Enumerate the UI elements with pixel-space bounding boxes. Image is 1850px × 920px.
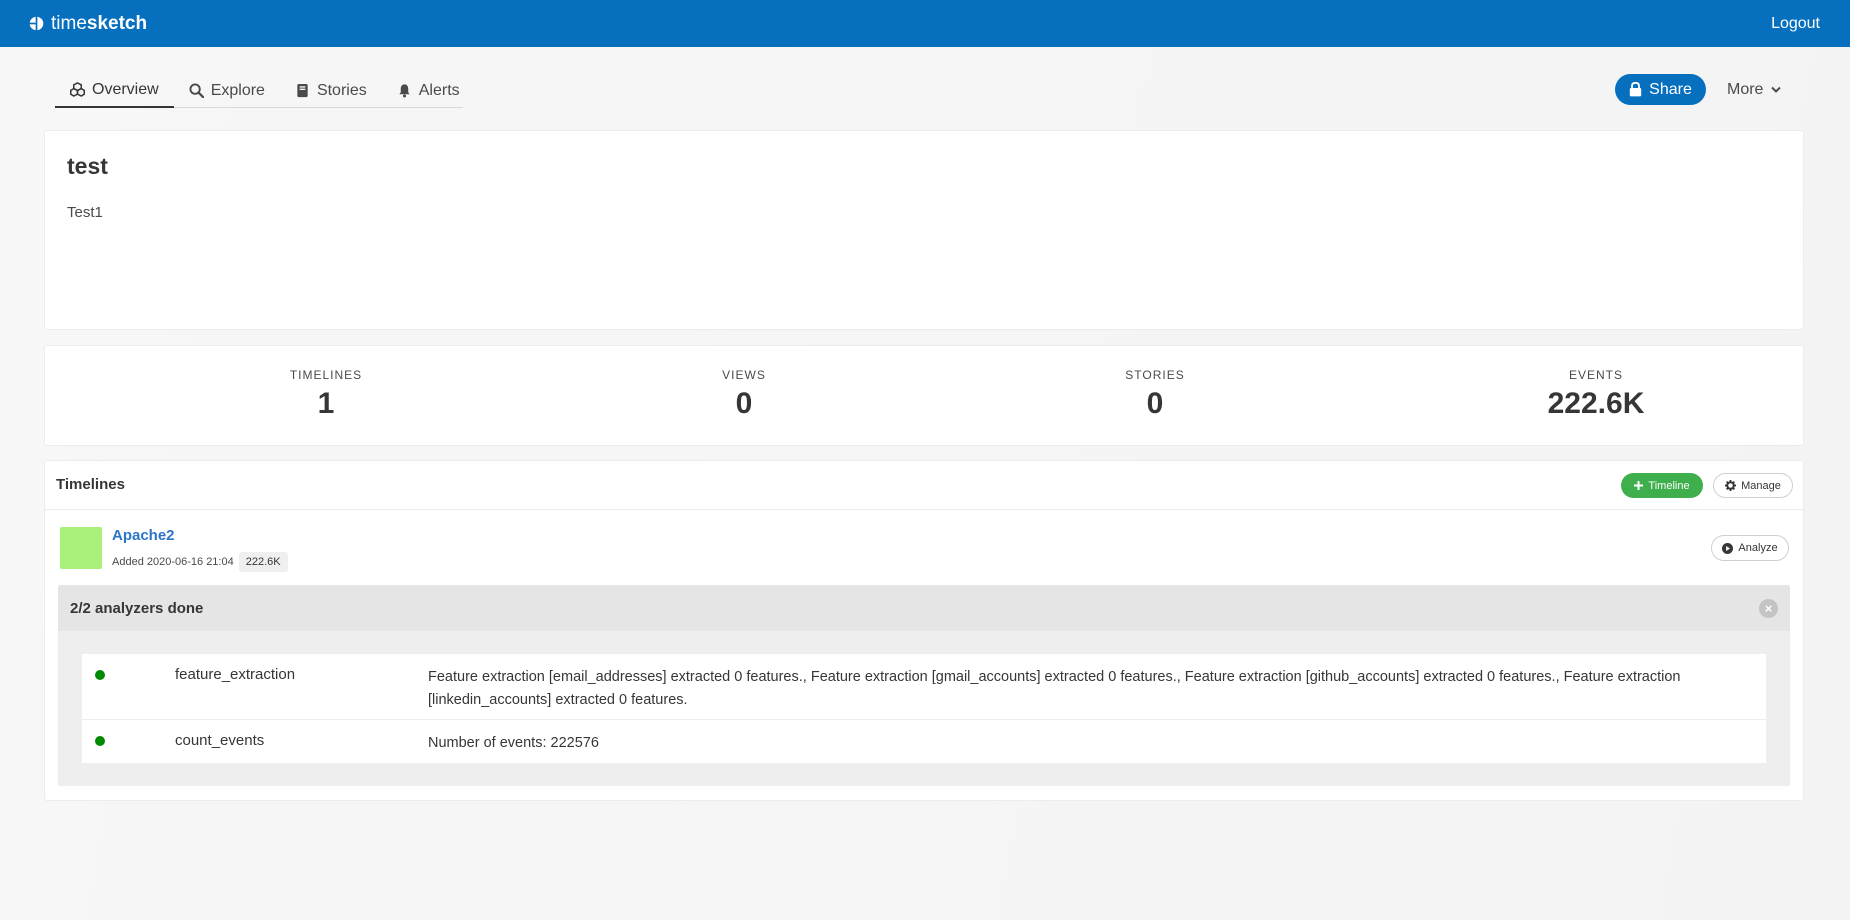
analyzer-status-title: 2/2 analyzers done (70, 600, 204, 617)
sketch-tabs: Overview Explore Stories Alerts (55, 73, 463, 108)
timeline-name[interactable]: Apache2 (112, 527, 175, 544)
sketch-description[interactable]: Test1 (67, 204, 103, 221)
status-dot-icon (95, 670, 105, 680)
sketch-title[interactable]: test (67, 153, 108, 180)
timeline-event-count-badge: 222.6K (238, 552, 288, 572)
analyzer-results-header: 2/2 analyzers done × (58, 585, 1790, 631)
analyzer-results-table: feature_extraction Feature extraction [e… (82, 654, 1766, 763)
add-timeline-label: Timeline (1648, 479, 1690, 492)
stat-events: EVENTS 222.6K (1466, 368, 1726, 421)
analyze-button[interactable]: Analyze (1711, 535, 1789, 561)
timesketch-logo-icon (28, 15, 44, 32)
analyze-label: Analyze (1738, 542, 1778, 554)
brand-name-light: time (51, 12, 87, 34)
stat-stories-value: 0 (1146, 387, 1164, 420)
table-row: count_events Number of events: 222576 (82, 720, 1766, 763)
timelines-header: Timelines Timeline Manage (45, 461, 1803, 510)
stat-timelines: TIMELINES 1 (196, 368, 456, 421)
brand-logo[interactable]: timesketch (28, 13, 147, 35)
tab-stories-label: Stories (316, 81, 367, 99)
sketch-info-card: test Test1 (44, 130, 1804, 330)
plus-icon (1634, 481, 1644, 490)
stat-events-value: 222.6K (1547, 387, 1645, 420)
status-dot-icon (95, 736, 105, 746)
timeline-color-swatch[interactable] (60, 527, 102, 569)
top-navbar: timesketch Logout (0, 0, 1850, 47)
analyzer-result: Feature extraction [email_addresses] ext… (428, 669, 1681, 708)
tab-explore[interactable]: Explore (174, 73, 280, 108)
more-dropdown[interactable]: More (1727, 74, 1782, 105)
stat-events-label: EVENTS (1568, 368, 1623, 382)
stat-stories: STORIES 0 (1025, 368, 1285, 421)
tab-overview-label: Overview (92, 80, 159, 98)
timelines-title: Timelines (56, 476, 125, 493)
manage-label: Manage (1741, 479, 1781, 492)
stat-stories-label: STORIES (1125, 368, 1185, 382)
tab-alerts[interactable]: Alerts (382, 73, 475, 108)
analyzer-name: count_events (175, 732, 265, 749)
stat-timelines-value: 1 (317, 387, 335, 420)
timeline-meta: Added 2020-06-16 21:04 222.6K (112, 552, 288, 572)
timeline-added-date: Added 2020-06-16 21:04 (112, 556, 234, 568)
close-icon[interactable]: × (1759, 599, 1778, 618)
chevron-down-icon (1771, 86, 1782, 93)
tab-stories[interactable]: Stories (280, 73, 382, 108)
share-button[interactable]: Share (1615, 74, 1706, 105)
book-icon (297, 83, 308, 98)
lock-icon (1629, 82, 1642, 97)
play-circle-icon (1722, 542, 1734, 554)
tab-explore-label: Explore (210, 81, 265, 99)
stat-views-value: 0 (735, 387, 753, 420)
logout-link[interactable]: Logout (1771, 15, 1820, 33)
brand-name-bold: sketch (86, 12, 148, 34)
stat-views: VIEWS 0 (614, 368, 874, 421)
gear-icon (1725, 480, 1737, 491)
table-row: feature_extraction Feature extraction [e… (82, 654, 1766, 720)
manage-timelines-button[interactable]: Manage (1713, 473, 1793, 498)
more-label: More (1727, 80, 1764, 98)
timelines-card: Timelines Timeline Manage Apache2 Added … (44, 460, 1804, 801)
tab-overview[interactable]: Overview (55, 73, 174, 108)
tab-alerts-label: Alerts (418, 81, 460, 99)
share-button-label: Share (1649, 80, 1692, 98)
stat-timelines-label: TIMELINES (289, 368, 363, 382)
analyzer-results-panel: 2/2 analyzers done × feature_extraction … (58, 585, 1790, 786)
add-timeline-button[interactable]: Timeline (1621, 473, 1703, 498)
cubes-icon (70, 82, 85, 97)
stat-views-label: VIEWS (722, 368, 766, 382)
search-icon (189, 83, 204, 98)
analyzer-name: feature_extraction (175, 666, 296, 683)
analyzer-result: Number of events: 222576 (428, 735, 599, 751)
bell-icon (399, 84, 410, 98)
sketch-stats-card: TIMELINES 1 VIEWS 0 STORIES 0 EVENTS 222… (44, 345, 1804, 446)
